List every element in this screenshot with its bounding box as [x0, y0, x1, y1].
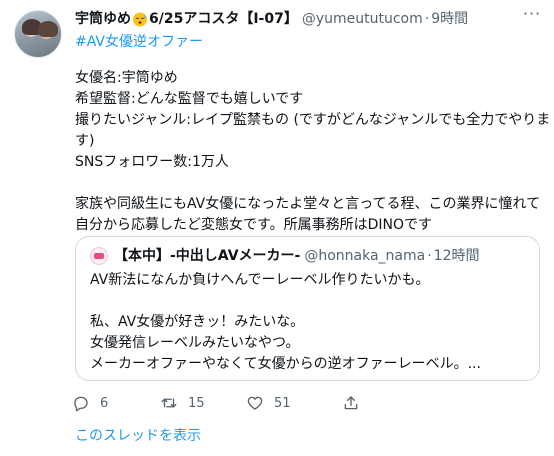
quoted-author-handle: @honnaka_nama [304, 248, 426, 264]
tweet-text-line: SNSフォロワー数:1万人 [75, 154, 229, 170]
quoted-tweet-body: AV新法になんか負けへんでーレーベル作りたいかも。 私、AV女優が好きッ！みたい… [90, 270, 530, 375]
quoted-text-line: 私、AV女優が好きッ！みたいな。 [90, 314, 305, 330]
tweet-text-line: 自分から応募したど変態女です。所属事務所はDINOです [75, 217, 432, 233]
share-icon [344, 396, 358, 410]
separator-dot: · [427, 248, 432, 264]
quoted-tweet-header: 【本中】-中出しAVメーカー- @honnaka_nama · 12時間 [90, 246, 480, 266]
quoted-tweet-timestamp: 12時間 [433, 248, 480, 264]
hashtag-link[interactable]: #AV女優逆オファー [75, 32, 203, 52]
retweet-icon [161, 398, 177, 408]
show-thread-link[interactable]: このスレッドを表示 [75, 426, 201, 446]
author-avatar[interactable] [14, 10, 62, 58]
reply-button[interactable]: 6 [72, 392, 108, 414]
like-count: 51 [274, 395, 291, 411]
tweet-header: 宇筒ゆめ 6/25アコスタ【I-07】 @yumeututucom · 9時間 [75, 9, 468, 29]
quoted-author-avatar [90, 247, 108, 265]
avatar-detail [38, 21, 58, 37]
tweet-timestamp[interactable]: 9時間 [431, 9, 468, 29]
retweet-button[interactable]: 15 [160, 392, 205, 414]
tweet-text-line: 撮りたいジャンル:レイプ監禁もの (ですがどんなジャンルでも全力でやりま [75, 112, 551, 128]
avatar-logo-icon [94, 253, 104, 259]
tweet-actions: 6 15 51 [72, 392, 432, 414]
tweet-text-line: 女優名:宇筒ゆめ [75, 70, 178, 86]
quoted-author-name: 【本中】-中出しAVメーカー- [114, 248, 301, 264]
heart-icon [247, 396, 263, 410]
tweet[interactable]: 宇筒ゆめ 6/25アコスタ【I-07】 @yumeututucom · 9時間 … [0, 0, 554, 456]
reply-count: 6 [100, 395, 109, 411]
quoted-text-line: メーカーオファーやなくて女優からの逆オファーレーベル。... [90, 356, 481, 372]
sleepy-face-emoji-icon [133, 12, 147, 27]
author-handle[interactable]: @yumeututucom [302, 9, 423, 29]
author-name-part[interactable]: 6/25アコスタ【I-07】 [149, 9, 298, 29]
author-name-part[interactable]: 宇筒ゆめ [75, 9, 131, 29]
separator-dot: · [424, 11, 430, 27]
like-button[interactable]: 51 [246, 392, 291, 414]
quoted-text-line: AV新法になんか負けへんでーレーベル作りたいかも。 [90, 272, 430, 288]
tweet-body: 女優名:宇筒ゆめ 希望監督:どんな監督でも嬉しいです 撮りたいジャンル:レイプ監… [75, 68, 551, 236]
tweet-text-line: 希望監督:どんな監督でも嬉しいです [75, 91, 304, 107]
retweet-count: 15 [188, 395, 205, 411]
tweet-text-line: す) [75, 133, 95, 149]
quoted-text-line: 女優発信レーベルみたいなやつ。 [90, 335, 300, 351]
share-button[interactable] [342, 392, 370, 414]
more-options-icon[interactable]: ··· [522, 6, 542, 26]
tweet-text-line: 家族や同級生にもAV女優になったよ堂々と言ってる程、この業界に憧れて [75, 196, 541, 212]
quoted-tweet[interactable]: 【本中】-中出しAVメーカー- @honnaka_nama · 12時間 AV新… [75, 236, 540, 381]
reply-icon [74, 396, 88, 412]
